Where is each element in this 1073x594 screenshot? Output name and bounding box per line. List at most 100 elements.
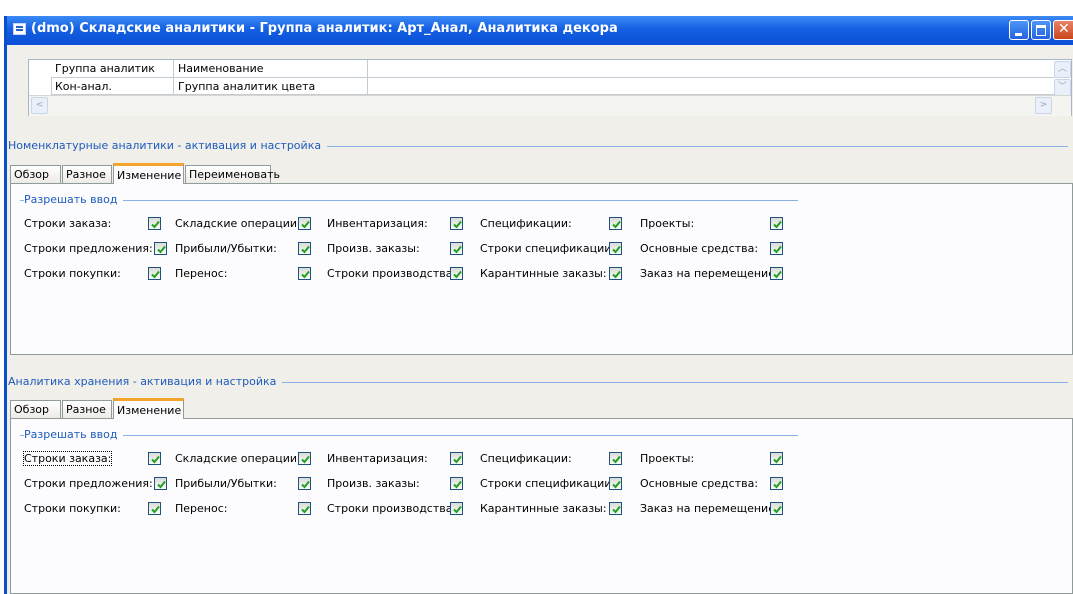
item-field-label: Строки производства:	[327, 267, 457, 280]
column-header-group[interactable]: Группа аналитик	[51, 60, 174, 78]
checkmark-icon	[301, 220, 310, 229]
close-button[interactable]	[1053, 20, 1073, 40]
storage-field-label: Строки производства:	[327, 502, 457, 515]
cell-name[interactable]: Группа аналитик цвета	[174, 78, 368, 95]
storage-field-label: Заказ на перемещение:	[640, 502, 779, 515]
storage-tab-2[interactable]: Изменение	[113, 398, 184, 419]
window-form-icon	[13, 23, 26, 35]
storage-field-label: Основные средства:	[640, 477, 759, 490]
storage-field-label: Прибыли/Убытки:	[175, 477, 277, 490]
item-field-label: Основные средства:	[640, 242, 759, 255]
item-field-checkbox[interactable]	[770, 242, 783, 255]
cell-filler	[368, 78, 1054, 95]
column-header-name[interactable]: Наименование	[174, 60, 368, 78]
maximize-button[interactable]	[1031, 20, 1051, 40]
storage-field-checkbox[interactable]	[298, 452, 311, 465]
item-field-checkbox[interactable]	[450, 242, 463, 255]
storage-field-checkbox[interactable]	[298, 502, 311, 515]
item-field-label: Произв. заказы:	[327, 242, 420, 255]
storage-field-checkbox[interactable]	[609, 452, 622, 465]
checkmark-icon	[151, 455, 160, 464]
item-field-checkbox[interactable]	[148, 217, 161, 230]
item-tab-0[interactable]: Обзор	[10, 165, 61, 183]
column-header-filler	[368, 60, 1054, 78]
item-field-label: Строки покупки:	[24, 267, 121, 280]
checkmark-icon	[301, 505, 310, 514]
cell-group[interactable]: Кон-анал.	[51, 78, 174, 95]
storage-field-checkbox[interactable]	[450, 452, 463, 465]
item-field-label: Прибыли/Убытки:	[175, 242, 277, 255]
row-selector-column[interactable]	[29, 60, 52, 95]
checkmark-icon	[157, 480, 166, 489]
item-field-checkbox[interactable]	[609, 267, 622, 280]
item-field-checkbox[interactable]	[154, 242, 167, 255]
checkmark-icon	[453, 220, 462, 229]
allow-input-group-label: Разрешать ввод	[24, 193, 124, 206]
storage-field-checkbox[interactable]	[148, 452, 161, 465]
checkmark-icon	[612, 480, 621, 489]
scroll-right-arrow-icon[interactable]: >	[1035, 97, 1052, 114]
group-divider-line	[20, 200, 798, 201]
storage-field-label: Карантинные заказы:	[480, 502, 607, 515]
title-bar[interactable]: (dmo) Складские аналитики - Группа анали…	[7, 16, 1073, 45]
storage-field-checkbox[interactable]	[770, 452, 783, 465]
item-field-label: Складские операции:	[175, 217, 301, 230]
item-field-checkbox[interactable]	[298, 242, 311, 255]
checkmark-icon	[612, 270, 621, 279]
checkmark-icon	[773, 220, 782, 229]
item-field-label: Заказ на перемещение:	[640, 267, 779, 280]
checkmark-icon	[453, 270, 462, 279]
storage-field-checkbox[interactable]	[609, 502, 622, 515]
storage-field-checkbox[interactable]	[154, 477, 167, 490]
storage-field-label: Строки предложения:	[24, 477, 153, 490]
storage-field-label: Строки заказа:	[22, 451, 113, 466]
checkmark-icon	[301, 245, 310, 254]
item-field-label: Строки спецификации:	[480, 242, 616, 255]
allow-input-group-label: Разрешать ввод	[24, 428, 124, 441]
item-field-checkbox[interactable]	[609, 242, 622, 255]
item-field-label: Инвентаризация:	[327, 217, 428, 230]
storage-field-checkbox[interactable]	[609, 477, 622, 490]
scroll-down-arrow-icon[interactable]: ﹀	[1054, 79, 1071, 96]
storage-field-checkbox[interactable]	[450, 477, 463, 490]
item-field-checkbox[interactable]	[770, 217, 783, 230]
storage-field-checkbox[interactable]	[770, 477, 783, 490]
item-tab-2[interactable]: Изменение	[113, 163, 184, 184]
horizontal-scrollbar[interactable]: < >	[29, 95, 1071, 116]
checkmark-icon	[453, 505, 462, 514]
scroll-left-arrow-icon[interactable]: <	[31, 97, 48, 114]
analytics-group-grid[interactable]: Группа аналитик Наименование Кон-анал. Г…	[28, 59, 1072, 116]
item-tab-3[interactable]: Переименовать	[185, 165, 280, 183]
item-field-checkbox[interactable]	[450, 217, 463, 230]
storage-field-checkbox[interactable]	[148, 502, 161, 515]
item-field-checkbox[interactable]	[770, 267, 783, 280]
item-field-label: Спецификации:	[480, 217, 572, 230]
item-field-checkbox[interactable]	[450, 267, 463, 280]
item-field-checkbox[interactable]	[298, 267, 311, 280]
scroll-up-arrow-icon[interactable]: ︿	[1054, 61, 1071, 78]
item-field-label: Строки предложения:	[24, 242, 153, 255]
group-divider-line	[20, 435, 798, 436]
checkmark-icon	[773, 245, 782, 254]
storage-field-label: Перенос:	[175, 502, 228, 515]
storage-tab-0[interactable]: Обзор	[10, 400, 61, 418]
item-field-checkbox[interactable]	[148, 267, 161, 280]
storage-field-checkbox[interactable]	[770, 502, 783, 515]
item-section-title: Номенклатурные аналитики - активация и н…	[8, 139, 328, 152]
storage-field-checkbox[interactable]	[450, 502, 463, 515]
checkmark-icon	[773, 505, 782, 514]
checkmark-icon	[151, 220, 160, 229]
storage-tab-1[interactable]: Разное	[62, 400, 112, 418]
minimize-button[interactable]	[1009, 20, 1029, 40]
storage-field-label: Строки покупки:	[24, 502, 121, 515]
item-field-checkbox[interactable]	[609, 217, 622, 230]
storage-field-label: Складские операции:	[175, 452, 301, 465]
checkmark-icon	[612, 245, 621, 254]
storage-field-checkbox[interactable]	[298, 477, 311, 490]
checkmark-icon	[151, 505, 160, 514]
checkmark-icon	[301, 480, 310, 489]
item-field-checkbox[interactable]	[298, 217, 311, 230]
window-title: (dmo) Складские аналитики - Группа анали…	[31, 21, 618, 36]
checkmark-icon	[453, 455, 462, 464]
item-tab-1[interactable]: Разное	[62, 165, 112, 183]
